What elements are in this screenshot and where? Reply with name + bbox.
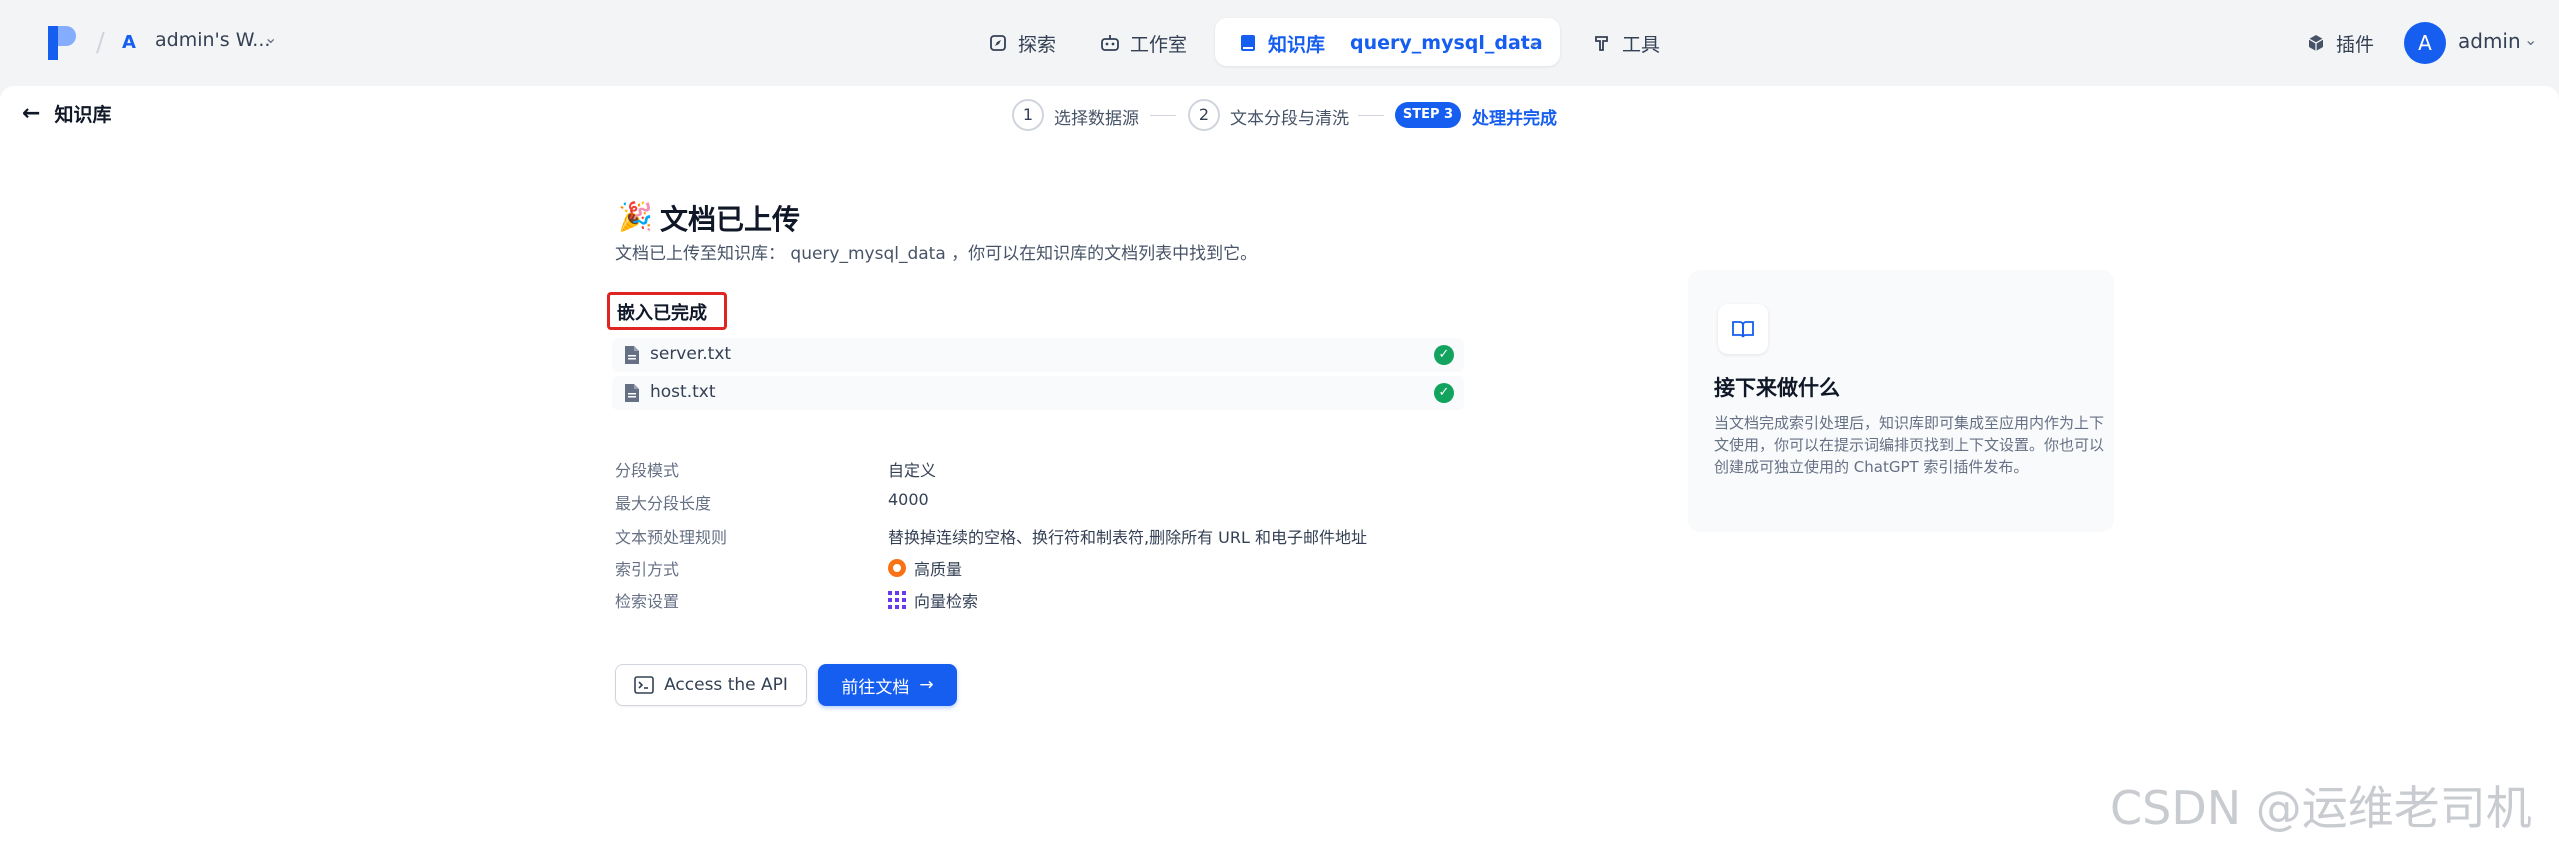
- setting-value: 高质量: [888, 556, 962, 580]
- setting-key: 文本预处理规则: [615, 528, 728, 547]
- document-icon: [625, 384, 639, 402]
- step-3-badge: STEP 3: [1395, 102, 1461, 128]
- access-api-label: Access the API: [664, 675, 788, 695]
- workspace-name[interactable]: admin's W...: [155, 29, 270, 51]
- step-connector: [1358, 115, 1384, 116]
- step-connector: [1150, 115, 1176, 116]
- access-api-button[interactable]: Access the API: [615, 664, 807, 706]
- open-book-icon: [1718, 304, 1768, 354]
- chevron-down-icon[interactable]: ⌄: [264, 28, 277, 47]
- upload-subtitle: 文档已上传至知识库： query_mysql_data ，你可以在知识库的文档列…: [615, 244, 1258, 264]
- back-to-knowledge-button[interactable]: ← 知识库: [22, 100, 111, 127]
- nav-tools-label: 工具: [1622, 33, 1661, 56]
- vector-search-icon: [888, 591, 906, 609]
- setting-key: 最大分段长度: [615, 494, 712, 513]
- file-row: server.txt ✓: [612, 338, 1464, 372]
- setting-value-text: 自定义: [888, 461, 937, 480]
- cube-icon: [2306, 33, 2326, 53]
- arrow-right-icon: →: [919, 675, 934, 695]
- nav-studio[interactable]: 工作室: [1090, 22, 1197, 64]
- top-nav-bar: / A admin's W... ⌄ 探索 工作室 知识库 query_mysq…: [0, 0, 2559, 86]
- step-2-label: 文本分段与清洗: [1230, 109, 1349, 129]
- nav-studio-label: 工作室: [1130, 33, 1188, 56]
- nav-knowledge[interactable]: 知识库: [1228, 22, 1335, 64]
- compass-icon: [988, 33, 1008, 53]
- selected-dataset-name: query_mysql_data: [1350, 32, 1543, 54]
- user-avatar[interactable]: A: [2404, 22, 2446, 64]
- go-to-documents-label: 前往文档: [841, 677, 910, 698]
- step-2-number: 2: [1188, 99, 1220, 131]
- setting-value: 4000: [888, 490, 929, 509]
- hammer-icon: [1592, 33, 1612, 53]
- terminal-icon: [634, 676, 654, 694]
- setting-value: 自定义: [888, 457, 936, 481]
- robot-icon: [1100, 33, 1120, 53]
- party-popper-icon: 🎉: [618, 200, 653, 233]
- watermark: CSDN @运维老司机: [2110, 781, 2532, 835]
- file-name: host.txt: [650, 382, 716, 402]
- embed-status-label: 嵌入已完成: [617, 303, 707, 324]
- step-1-number: 1: [1012, 99, 1044, 131]
- next-steps-title: 接下来做什么: [1714, 376, 1840, 400]
- back-label: 知识库: [54, 104, 112, 126]
- file-name: server.txt: [650, 344, 732, 364]
- user-name[interactable]: admin: [2458, 29, 2521, 53]
- setting-value-text: 向量检索: [914, 592, 979, 611]
- step-1-label: 选择数据源: [1054, 109, 1139, 129]
- chevron-down-icon[interactable]: ⌄: [2524, 30, 2537, 49]
- high-quality-icon: [888, 559, 906, 577]
- next-steps-description: 当文档完成索引处理后，知识库即可集成至应用内作为上下文使用，你可以在提示词编排页…: [1714, 414, 2105, 476]
- book-icon: [1238, 33, 1258, 53]
- arrow-left-icon: ←: [22, 101, 41, 126]
- chevron-down-icon[interactable]: ⌄: [1518, 22, 1550, 64]
- step-3-label: 处理并完成: [1472, 109, 1557, 129]
- check-circle-icon: ✓: [1434, 383, 1454, 403]
- setting-value: 替换掉连续的空格、换行符和制表符,删除所有 URL 和电子邮件地址: [888, 524, 1367, 548]
- workspace-avatar[interactable]: A: [118, 30, 140, 56]
- app-logo-icon[interactable]: [48, 26, 76, 60]
- nav-explore[interactable]: 探索: [978, 22, 1066, 64]
- document-icon: [625, 346, 639, 364]
- main-panel: [0, 86, 2559, 844]
- setting-value-text: 4000: [888, 490, 929, 509]
- nav-explore-label: 探索: [1018, 33, 1057, 56]
- go-to-documents-button[interactable]: 前往文档 →: [818, 664, 957, 706]
- breadcrumb-separator: /: [96, 28, 105, 58]
- next-steps-card: 接下来做什么 当文档完成索引处理后，知识库即可集成至应用内作为上下文使用，你可以…: [1688, 270, 2114, 532]
- setting-value: 向量检索: [888, 588, 978, 612]
- setting-key: 分段模式: [615, 461, 680, 480]
- nav-plugins[interactable]: 插件: [2296, 22, 2384, 64]
- nav-tools[interactable]: 工具: [1582, 22, 1670, 64]
- setting-value-text: 替换掉连续的空格、换行符和制表符,删除所有 URL 和电子邮件地址: [888, 528, 1368, 547]
- setting-value-text: 高质量: [914, 560, 963, 579]
- setting-key: 检索设置: [615, 592, 680, 611]
- page-title: 文档已上传: [660, 203, 801, 236]
- nav-knowledge-label: 知识库: [1268, 33, 1326, 56]
- setting-key: 索引方式: [615, 560, 680, 579]
- check-circle-icon: ✓: [1434, 345, 1454, 365]
- nav-plugins-label: 插件: [2336, 33, 2375, 56]
- file-row: host.txt ✓: [612, 376, 1464, 410]
